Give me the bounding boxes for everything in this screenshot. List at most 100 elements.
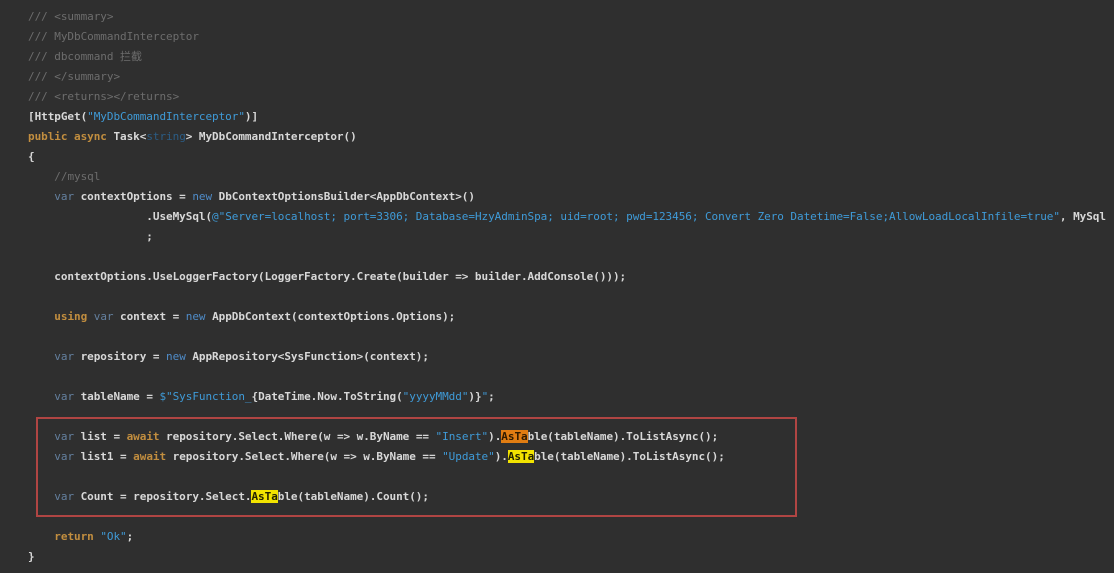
code-line	[28, 247, 1114, 267]
code-token: //mysql	[54, 170, 100, 183]
code-token: ble(tableName).ToListAsync();	[528, 430, 719, 443]
code-token: ).	[488, 430, 501, 443]
code-line: using var context = new AppDbContext(con…	[28, 307, 1114, 327]
code-token: Task<	[113, 130, 146, 143]
code-token	[28, 530, 54, 543]
code-token: new	[186, 310, 206, 323]
code-token: var	[54, 190, 74, 203]
code-token: > MyDbCommandInterceptor()	[186, 130, 357, 143]
code-token	[28, 490, 54, 503]
code-token: contextOptions.UseLoggerFactory(LoggerFa…	[28, 270, 626, 283]
code-token	[28, 190, 54, 203]
code-token: )}	[468, 390, 481, 403]
code-line	[28, 507, 1114, 527]
code-token	[28, 310, 54, 323]
code-token: ble(tableName).ToListAsync();	[534, 450, 725, 463]
code-token: @"Server=localhost; port=3306; Database=…	[212, 210, 1060, 223]
code-token: return	[54, 530, 93, 543]
code-line: }	[28, 547, 1114, 567]
code-token: ).	[495, 450, 508, 463]
code-token: list1 =	[74, 450, 133, 463]
code-token: public async	[28, 130, 113, 143]
code-area[interactable]: /// <summary> /// MyDbCommandInterceptor /…	[0, 0, 1114, 573]
code-line	[28, 467, 1114, 487]
code-line: public async Task<string> MyDbCommandInt…	[28, 127, 1114, 147]
code-token: {	[28, 150, 35, 163]
code-token: /// MyDbCommandInterceptor	[28, 30, 199, 43]
code-token: ;	[127, 530, 134, 543]
code-token: "yyyyMMdd"	[403, 390, 469, 403]
code-token: var	[54, 350, 74, 363]
code-line: /// <summary>	[28, 7, 1114, 27]
code-token	[87, 310, 94, 323]
code-token	[28, 390, 54, 403]
code-token: repository =	[74, 350, 166, 363]
code-token: /// <summary>	[28, 10, 113, 23]
code-token: /// </summary>	[28, 70, 120, 83]
code-token: $"SysFunction_	[159, 390, 251, 403]
code-token: list =	[74, 430, 127, 443]
code-token: ;	[488, 390, 495, 403]
code-line: /// <returns></returns>	[28, 87, 1114, 107]
code-token: .UseMySql(	[28, 210, 212, 223]
code-token	[28, 350, 54, 363]
code-token: ble(tableName).Count();	[278, 490, 429, 503]
code-token: repository.Select.Where(w => w.ByName ==	[159, 430, 435, 443]
code-token: , MySql	[1060, 210, 1106, 223]
code-token: "Ok"	[100, 530, 126, 543]
code-token: Count = repository.Select.	[74, 490, 251, 503]
code-token: "Update"	[442, 450, 495, 463]
code-line: var contextOptions = new DbContextOption…	[28, 187, 1114, 207]
code-token: new	[192, 190, 212, 203]
code-line: .UseMySql(@"Server=localhost; port=3306;…	[28, 207, 1114, 227]
code-line: var Count = repository.Select.AsTable(ta…	[28, 487, 1114, 507]
code-line	[28, 407, 1114, 427]
code-token: AppRepository<SysFunction>(context);	[186, 350, 429, 363]
code-token: "Insert"	[436, 430, 489, 443]
search-match-current: AsTa	[501, 430, 527, 443]
code-line: /// </summary>	[28, 67, 1114, 87]
code-token: using	[54, 310, 87, 323]
code-token: /// dbcommand 拦截	[28, 50, 142, 63]
code-token: var	[54, 490, 74, 503]
code-token	[28, 170, 54, 183]
code-line	[28, 287, 1114, 307]
code-token: [HttpGet(	[28, 110, 87, 123]
code-token: )]	[245, 110, 258, 123]
code-line: contextOptions.UseLoggerFactory(LoggerFa…	[28, 267, 1114, 287]
code-line: var list1 = await repository.Select.Wher…	[28, 447, 1114, 467]
code-line: /// dbcommand 拦截	[28, 47, 1114, 67]
search-match: AsTa	[508, 450, 534, 463]
code-line: return "Ok";	[28, 527, 1114, 547]
code-line: //mysql	[28, 167, 1114, 187]
code-token	[28, 430, 54, 443]
code-line: ;	[28, 227, 1114, 247]
code-line: /// MyDbCommandInterceptor	[28, 27, 1114, 47]
code-token: "MyDbCommandInterceptor"	[87, 110, 245, 123]
code-line: var repository = new AppRepository<SysFu…	[28, 347, 1114, 367]
code-token: var	[94, 310, 114, 323]
code-token	[28, 450, 54, 463]
code-token: {DateTime.Now.ToString(	[252, 390, 403, 403]
code-token: }	[28, 550, 35, 563]
code-token: contextOptions =	[74, 190, 192, 203]
code-token: await	[127, 430, 160, 443]
code-line: var tableName = $"SysFunction_{DateTime.…	[28, 387, 1114, 407]
code-line	[28, 367, 1114, 387]
code-line: var list = await repository.Select.Where…	[28, 427, 1114, 447]
code-token: var	[54, 450, 74, 463]
code-token: ;	[28, 230, 153, 243]
code-token: /// <returns></returns>	[28, 90, 179, 103]
code-token: var	[54, 390, 74, 403]
code-token: repository.Select.Where(w => w.ByName ==	[166, 450, 442, 463]
code-editor[interactable]: /// <summary> /// MyDbCommandInterceptor /…	[0, 0, 1114, 573]
code-line: {	[28, 147, 1114, 167]
code-line: [HttpGet("MyDbCommandInterceptor")]	[28, 107, 1114, 127]
code-token: context =	[113, 310, 185, 323]
search-match: AsTa	[251, 490, 277, 503]
code-token: AppDbContext(contextOptions.Options);	[206, 310, 456, 323]
code-token: var	[54, 430, 74, 443]
code-token: new	[166, 350, 186, 363]
code-line	[28, 327, 1114, 347]
code-token: string	[146, 130, 185, 143]
